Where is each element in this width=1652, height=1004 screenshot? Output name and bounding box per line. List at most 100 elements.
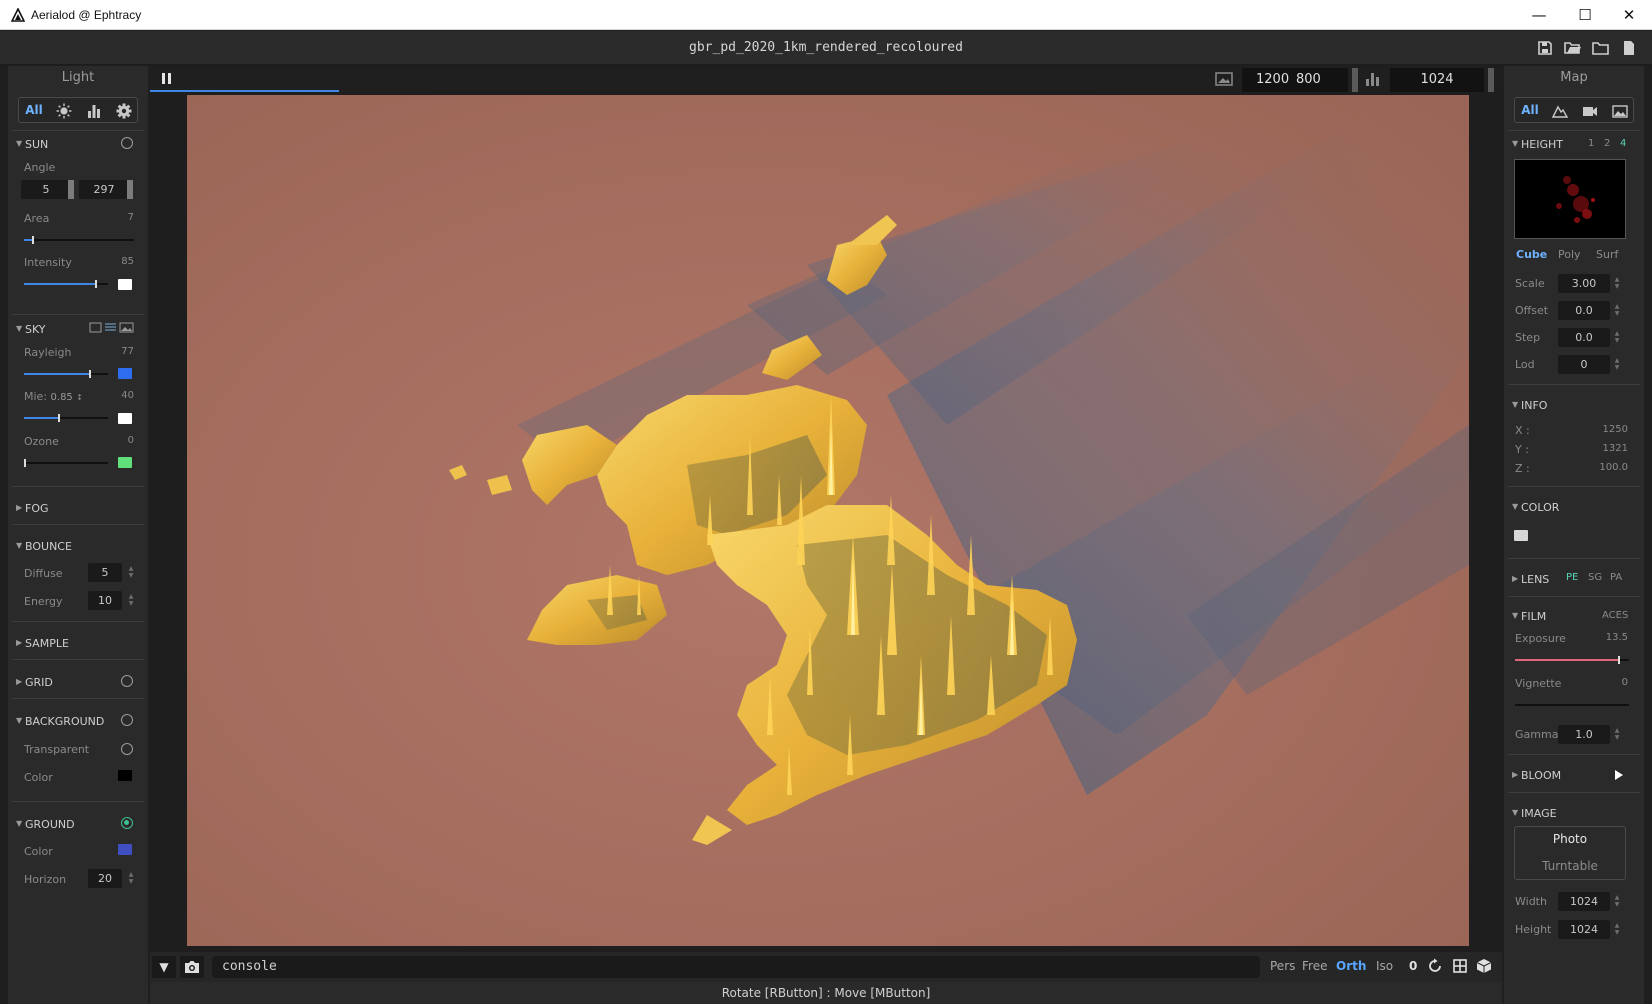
tab-terrain[interactable] — [1548, 101, 1572, 120]
angle-azimuth-input[interactable]: 297 — [79, 180, 129, 199]
grid-view-icon[interactable] — [1452, 958, 1468, 974]
lod-option-4[interactable]: 4 — [1620, 138, 1626, 149]
background-color-swatch[interactable] — [118, 770, 132, 781]
sky-mode-icons[interactable] — [89, 322, 135, 333]
image-size-icon[interactable] — [1215, 71, 1233, 87]
new-file-icon[interactable] — [1620, 40, 1638, 56]
mode-surf[interactable]: Surf — [1596, 248, 1618, 261]
bloom-play-icon[interactable] — [1614, 769, 1624, 781]
exposure-slider[interactable] — [1515, 656, 1629, 664]
lod-option-1[interactable]: 1 — [1588, 138, 1594, 149]
ozone-color-swatch[interactable] — [118, 457, 132, 468]
pause-button[interactable] — [162, 73, 172, 84]
map-color-swatch[interactable] — [1514, 530, 1528, 541]
area-slider[interactable] — [24, 236, 134, 244]
rayleigh-slider[interactable] — [24, 370, 108, 378]
mie-color-swatch[interactable] — [118, 413, 132, 424]
tab-all[interactable]: All — [1518, 101, 1542, 120]
gamma-input[interactable]: 1.0 — [1558, 725, 1610, 744]
section-color[interactable]: ▼ COLOR — [1504, 498, 1644, 518]
minimize-button[interactable]: — — [1516, 0, 1562, 30]
scale-spinner[interactable]: ▲ ▼ — [1614, 276, 1620, 290]
diffuse-spinner[interactable]: ▲ ▼ — [128, 565, 134, 579]
section-image[interactable]: ▼ IMAGE — [1504, 804, 1644, 824]
horizon-input[interactable]: 20 — [88, 869, 122, 888]
ground-toggle[interactable] — [121, 817, 133, 829]
samples-field[interactable]: 1024 — [1390, 68, 1484, 92]
angle-elevation-input[interactable]: 5 — [21, 180, 71, 199]
close-button[interactable]: ✕ — [1606, 0, 1652, 30]
samples-handle[interactable] — [1488, 68, 1494, 92]
resolution-field[interactable]: 1200 800 — [1242, 68, 1348, 92]
lod-option-2[interactable]: 2 — [1604, 138, 1610, 149]
image-width-input[interactable]: 1024 — [1558, 892, 1610, 911]
intensity-slider[interactable] — [24, 280, 108, 288]
intensity-color-swatch[interactable] — [118, 279, 132, 290]
section-sample[interactable]: ▶ SAMPLE — [8, 634, 148, 654]
rayleigh-color-swatch[interactable] — [118, 368, 132, 379]
mode-poly[interactable]: Poly — [1558, 248, 1581, 261]
diffuse-input[interactable]: 5 — [88, 563, 122, 582]
view-pers[interactable]: Pers — [1270, 959, 1295, 973]
mie-slider[interactable] — [24, 414, 108, 422]
image-mode-photo[interactable]: Photo — [1515, 832, 1625, 846]
horizon-spinner[interactable]: ▲ ▼ — [128, 871, 134, 885]
tab-sun[interactable] — [52, 101, 76, 120]
offset-spinner[interactable]: ▲ ▼ — [1614, 303, 1620, 317]
image-mode-turntable[interactable]: Turntable — [1515, 859, 1625, 873]
step-spinner[interactable]: ▲ ▼ — [1614, 330, 1620, 344]
rotate-view-icon[interactable] — [1427, 958, 1443, 974]
background-toggle[interactable] — [121, 714, 133, 726]
lens-sg[interactable]: SG — [1588, 572, 1602, 583]
angle-split-handle[interactable] — [68, 180, 74, 199]
tab-all[interactable]: All — [22, 101, 46, 120]
lens-pa[interactable]: PA — [1610, 572, 1622, 583]
energy-spinner[interactable]: ▲ ▼ — [128, 593, 134, 607]
tab-image[interactable] — [1608, 101, 1632, 120]
section-info[interactable]: ▼ INFO — [1504, 396, 1644, 416]
grid-toggle[interactable] — [121, 675, 133, 687]
image-width-spinner[interactable]: ▲ ▼ — [1614, 894, 1620, 908]
energy-input[interactable]: 10 — [88, 591, 122, 610]
angle-azimuth-handle[interactable] — [127, 180, 133, 199]
save-icon[interactable] — [1536, 40, 1554, 56]
offset-input[interactable]: 0.0 — [1558, 301, 1610, 320]
tab-stats[interactable] — [82, 101, 106, 120]
lod-spinner[interactable]: ▲ ▼ — [1614, 357, 1620, 371]
vignette-slider[interactable] — [1515, 704, 1629, 706]
ground-color-swatch[interactable] — [118, 844, 132, 855]
console-input[interactable]: console — [212, 956, 1260, 978]
section-bounce[interactable]: ▼ BOUNCE — [8, 537, 148, 557]
film-tonemap[interactable]: ACES — [1602, 610, 1628, 621]
image-height-spinner[interactable]: ▲ ▼ — [1614, 922, 1620, 936]
tab-settings[interactable] — [112, 101, 136, 120]
step-input[interactable]: 0.0 — [1558, 328, 1610, 347]
lens-pe[interactable]: PE — [1566, 572, 1578, 583]
image-height-input[interactable]: 1024 — [1558, 920, 1610, 939]
open-file-icon[interactable] — [1564, 40, 1582, 56]
heightmap-thumbnail[interactable] — [1514, 159, 1626, 239]
render-viewport[interactable] — [150, 92, 1502, 952]
sun-toggle[interactable] — [121, 137, 133, 149]
view-iso[interactable]: Iso — [1376, 959, 1393, 973]
resolution-height[interactable]: 800 — [1296, 68, 1321, 92]
samples-bar-icon[interactable] — [1365, 71, 1381, 87]
view-orth[interactable]: Orth — [1336, 959, 1366, 973]
section-fog[interactable]: ▶ FOG — [8, 499, 148, 519]
render-canvas[interactable] — [187, 95, 1469, 946]
resolution-handle[interactable] — [1352, 68, 1358, 92]
console-toggle-button[interactable]: ▼ — [152, 956, 176, 978]
maximize-button[interactable]: ☐ — [1562, 0, 1608, 30]
scale-input[interactable]: 3.00 — [1558, 274, 1610, 293]
transparent-toggle[interactable] — [121, 743, 133, 755]
gamma-spinner[interactable]: ▲ ▼ — [1614, 727, 1620, 741]
screenshot-button[interactable] — [180, 956, 204, 978]
folder-icon[interactable] — [1592, 40, 1610, 56]
cube-view-icon[interactable] — [1476, 958, 1492, 974]
view-free[interactable]: Free — [1302, 959, 1327, 973]
mode-cube[interactable]: Cube — [1516, 248, 1547, 261]
lod-input[interactable]: 0 — [1558, 355, 1610, 374]
rotation-value[interactable]: 0 — [1409, 959, 1417, 973]
ozone-slider[interactable] — [24, 459, 108, 467]
resolution-width[interactable]: 1200 — [1256, 68, 1289, 92]
